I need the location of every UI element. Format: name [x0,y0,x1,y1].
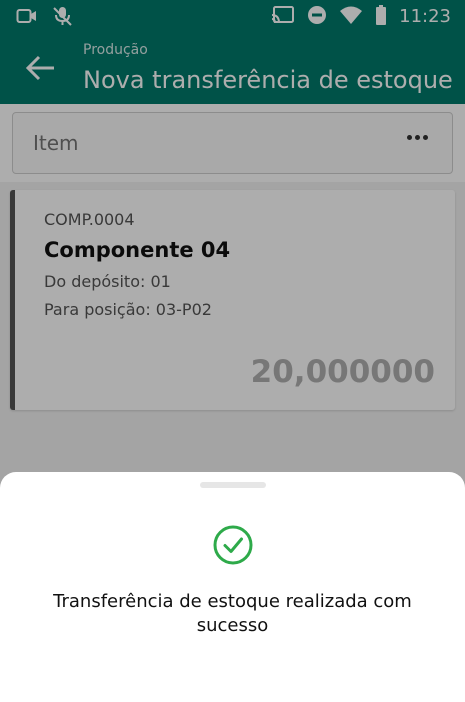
success-message: Transferência de estoque realizada com s… [53,591,412,636]
sheet-drag-handle[interactable] [200,482,266,488]
screen: 11:23 Produção Nova transferência de est… [0,0,465,702]
check-circle-icon [212,524,254,566]
success-bottom-sheet: Transferência de estoque realizada com s… [0,472,465,702]
